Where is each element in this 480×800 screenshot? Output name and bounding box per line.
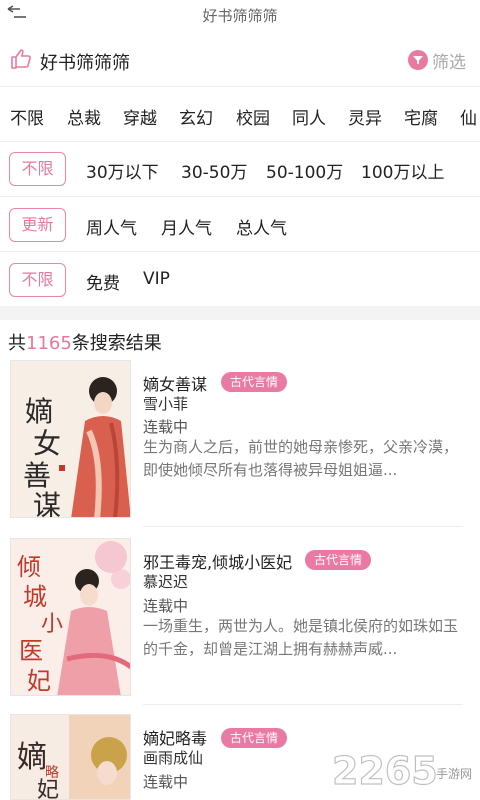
divider xyxy=(0,141,480,142)
divider xyxy=(0,196,480,197)
results-prefix: 共 xyxy=(8,333,26,354)
topbar-title: 好书筛筛筛 xyxy=(202,7,278,25)
word-count-row: 不限 30万以下 30-50万 50-100万 100万以上 xyxy=(0,146,480,190)
price-option[interactable]: 免费 xyxy=(86,269,120,294)
category-row: 不限 总裁 穿越 玄幻 校园 同人 灵异 宅腐 仙 xyxy=(0,94,480,138)
divider xyxy=(0,251,480,252)
book-author: 慕迟迟 xyxy=(143,573,189,591)
category-item[interactable]: 玄幻 xyxy=(179,104,213,129)
book-title[interactable]: 嫡女善谋 xyxy=(143,371,207,395)
svg-text:倾: 倾 xyxy=(17,553,41,581)
category-item[interactable]: 穿越 xyxy=(123,104,157,129)
book-desc-line: 的千金，却曾是江湖上拥有赫赫声威... xyxy=(143,640,398,658)
results-suffix: 条搜索结果 xyxy=(71,333,162,354)
book-desc-line: 一场重生，两世为人。她是镇北侯府的如珠如玉 xyxy=(143,617,459,635)
word-count-selected[interactable]: 不限 xyxy=(9,152,66,186)
book-author: 画雨成仙 xyxy=(143,749,204,767)
sort-option[interactable]: 总人气 xyxy=(236,214,287,239)
svg-text:手游网: 手游网 xyxy=(436,767,472,781)
word-count-option[interactable]: 30-50万 xyxy=(181,158,247,183)
svg-text:女: 女 xyxy=(33,427,61,460)
book-cover[interactable]: 嫡 略 妃 xyxy=(10,714,131,800)
svg-text:嫡: 嫡 xyxy=(17,740,47,775)
results-number: 1165 xyxy=(26,333,72,354)
filter-button[interactable]: 筛选 xyxy=(408,48,466,73)
sort-row: 更新 周人气 月人气 总人气 xyxy=(0,202,480,246)
price-row: 不限 免费 VIP xyxy=(0,257,480,301)
sort-option[interactable]: 月人气 xyxy=(161,214,212,239)
book-cover[interactable]: 倾 城 小 医 妃 xyxy=(10,538,131,696)
book-cover[interactable]: 嫡 女 善 谋 xyxy=(10,360,131,518)
category-item[interactable]: 灵异 xyxy=(348,104,382,129)
price-selected[interactable]: 不限 xyxy=(9,263,66,297)
book-item[interactable]: 嫡 女 善 谋 嫡女善谋 古代言情 雪小菲 连载中 生为商人之后，前世的她母亲惨… xyxy=(0,360,480,530)
genre-tag: 古代言情 xyxy=(305,550,372,570)
word-count-option[interactable]: 100万以上 xyxy=(361,158,444,183)
category-item[interactable]: 校园 xyxy=(236,104,270,129)
book-author: 雪小菲 xyxy=(143,395,189,413)
svg-text:谋: 谋 xyxy=(33,489,61,518)
filter-header: 好书筛筛筛 筛选 xyxy=(0,40,480,80)
site-watermark-logo: 2265 手游网 xyxy=(332,748,472,793)
svg-text:妃: 妃 xyxy=(27,667,51,695)
svg-text:医: 医 xyxy=(19,637,43,665)
price-option[interactable]: VIP xyxy=(143,269,170,289)
svg-text:妃: 妃 xyxy=(37,778,59,800)
book-status: 连载中 xyxy=(143,773,189,791)
category-item[interactable]: 仙 xyxy=(460,104,477,129)
cover-calligraphy: 嫡 xyxy=(25,395,53,428)
sort-selected[interactable]: 更新 xyxy=(9,208,66,242)
divider xyxy=(143,704,463,705)
svg-text:2265: 2265 xyxy=(332,749,438,793)
section-gap xyxy=(0,306,480,320)
word-count-option[interactable]: 30万以下 xyxy=(86,158,159,183)
book-desc-line: 生为商人之后，前世的她母亲惨死，父亲冷漠， xyxy=(143,438,459,456)
results-count: 共1165条搜索结果 xyxy=(8,329,162,355)
filter-label: 筛选 xyxy=(432,52,466,73)
top-bar: 好书筛筛筛 xyxy=(0,0,480,30)
book-status: 连载中 xyxy=(143,418,189,436)
book-item[interactable]: 倾 城 小 医 妃 邪王毒宠,倾城小医妃 古代言情 慕迟迟 连载中 一场重生，两… xyxy=(0,538,480,708)
divider xyxy=(0,86,480,87)
genre-tag: 古代言情 xyxy=(221,728,288,748)
thumbs-up-icon xyxy=(11,49,31,69)
svg-text:小: 小 xyxy=(41,612,63,637)
category-item[interactable]: 总裁 xyxy=(67,104,101,129)
book-title[interactable]: 嫡妃略毒 xyxy=(143,725,207,749)
sort-option[interactable]: 周人气 xyxy=(86,214,137,239)
book-desc-line: 即使她倾尽所有也落得被异母姐姐逼... xyxy=(143,461,398,479)
book-status: 连载中 xyxy=(143,597,189,615)
genre-tag: 古代言情 xyxy=(221,372,288,392)
word-count-option[interactable]: 50-100万 xyxy=(266,158,343,183)
category-item[interactable]: 同人 xyxy=(292,104,326,129)
svg-text:城: 城 xyxy=(23,583,47,611)
book-title[interactable]: 邪王毒宠,倾城小医妃 xyxy=(143,549,292,573)
category-item[interactable]: 不限 xyxy=(10,104,44,129)
divider xyxy=(143,526,463,527)
funnel-icon xyxy=(408,50,428,70)
svg-text:善: 善 xyxy=(23,459,51,492)
header-title: 好书筛筛筛 xyxy=(40,53,130,74)
category-item[interactable]: 宅腐 xyxy=(404,104,438,129)
